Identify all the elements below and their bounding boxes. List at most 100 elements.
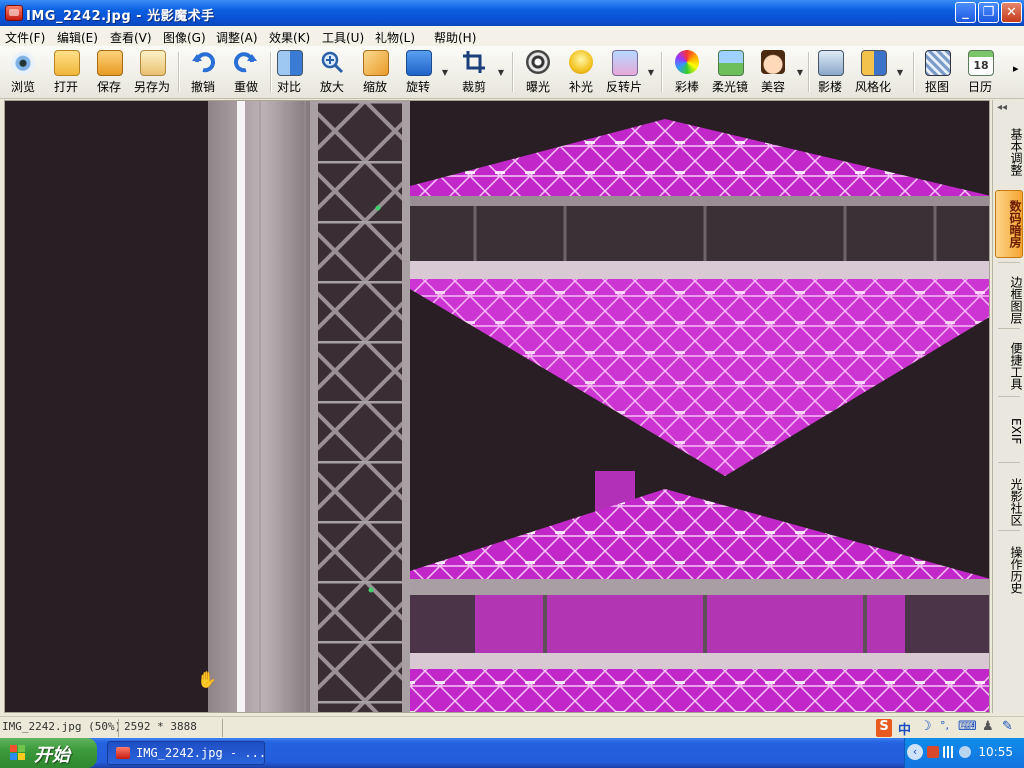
cutout-button[interactable]: 抠图 bbox=[917, 48, 957, 96]
save-as-button[interactable]: 另存为 bbox=[132, 48, 172, 96]
film-icon bbox=[612, 50, 638, 76]
windows-flag-icon bbox=[10, 745, 26, 761]
ime-keyboard-icon[interactable]: ⌨ bbox=[958, 719, 977, 737]
app-icon[interactable] bbox=[5, 5, 23, 21]
color-wand-icon bbox=[675, 50, 699, 74]
close-button[interactable]: ✕ bbox=[1001, 2, 1022, 23]
dropdown-arrow-icon[interactable]: ▼ bbox=[442, 68, 448, 77]
crop-icon bbox=[462, 50, 486, 74]
hand-cursor-icon: ✋ bbox=[197, 670, 217, 689]
ime-user-icon[interactable]: ♟ bbox=[982, 719, 994, 737]
tab-exif[interactable]: EXIF bbox=[995, 402, 1023, 460]
taskbar-item[interactable]: IMG_2242.jpg - ... bbox=[107, 741, 267, 765]
exposure-button[interactable]: 曝光 bbox=[518, 48, 558, 96]
ime-tool-icon[interactable]: ✎ bbox=[1002, 719, 1013, 737]
browse-button[interactable]: 浏览 bbox=[3, 48, 43, 96]
face-icon bbox=[761, 50, 785, 74]
tab-divider bbox=[998, 396, 1020, 397]
landscape-icon bbox=[718, 50, 744, 76]
redo-button[interactable]: 重做 bbox=[226, 48, 266, 96]
start-label: 开始 bbox=[34, 745, 70, 766]
volume-icon[interactable] bbox=[959, 746, 971, 758]
tab-community[interactable]: 光影社区 bbox=[995, 468, 1023, 536]
dropdown-arrow-icon[interactable]: ▼ bbox=[498, 68, 504, 77]
toolbar-overflow-icon[interactable]: ▸ bbox=[1013, 62, 1019, 75]
undo-button[interactable]: 撤销 bbox=[183, 48, 223, 96]
signal-strength-icon[interactable] bbox=[943, 746, 955, 758]
taskbar: 开始 IMG_2242.jpg - ... ‹ 10:55 bbox=[0, 738, 1024, 768]
photo-tower-at-night bbox=[5, 101, 989, 712]
save-button[interactable]: 保存 bbox=[89, 48, 129, 96]
menu-gifts[interactable]: 礼物(L) bbox=[375, 29, 415, 46]
calendar-icon: 18 bbox=[968, 50, 994, 76]
menu-file[interactable]: 文件(F) bbox=[5, 29, 45, 46]
soft-lens-button[interactable]: 柔光镜 bbox=[710, 48, 750, 96]
tab-divider bbox=[998, 328, 1020, 329]
beauty-button[interactable]: 美容 ▼ bbox=[753, 48, 803, 96]
color-pen-button[interactable]: 彩棒 bbox=[667, 48, 707, 96]
menu-bar: 文件(F) 编辑(E) 查看(V) 图像(G) 调整(A) 效果(K) 工具(U… bbox=[0, 26, 1024, 47]
tab-quick-tools[interactable]: 便捷工具 bbox=[995, 332, 1023, 400]
tray-app-icon[interactable] bbox=[927, 746, 939, 758]
menu-image[interactable]: 图像(G) bbox=[163, 29, 206, 46]
side-panel: ◂◂ 基本调整 数码暗房 边框图层 便捷工具 EXIF 光影社区 操作历史 bbox=[992, 100, 1024, 713]
stylize-icon bbox=[861, 50, 887, 76]
aperture-icon bbox=[526, 50, 550, 74]
clock[interactable]: 10:55 bbox=[978, 745, 1013, 759]
compare-button[interactable]: 对比 bbox=[269, 48, 309, 96]
menu-tools[interactable]: 工具(U) bbox=[322, 29, 364, 46]
tab-basic-adjust[interactable]: 基本调整 bbox=[995, 118, 1023, 186]
image-canvas[interactable]: ✋ bbox=[4, 100, 990, 713]
dropdown-arrow-icon[interactable]: ▼ bbox=[797, 68, 803, 77]
bulb-icon bbox=[569, 50, 593, 74]
eye-icon bbox=[11, 50, 35, 74]
ime-language-icon[interactable]: 中 bbox=[898, 719, 911, 738]
folder-icon bbox=[54, 50, 80, 76]
taskbar-item-label: IMG_2242.jpg - ... bbox=[136, 746, 267, 760]
crop-button[interactable]: 裁剪 ▼ bbox=[454, 48, 504, 96]
system-tray: ‹ 10:55 bbox=[904, 738, 1024, 768]
tab-divider bbox=[998, 530, 1020, 531]
floppy-icon bbox=[140, 50, 166, 76]
studio-button[interactable]: 影楼 bbox=[810, 48, 850, 96]
status-divider bbox=[222, 719, 223, 737]
status-dimensions: 2592 * 3888 bbox=[124, 720, 197, 733]
ime-moon-icon[interactable]: ☽ bbox=[920, 719, 932, 737]
app-icon bbox=[116, 747, 130, 759]
stylize-button[interactable]: 风格化 ▼ bbox=[853, 48, 903, 96]
fill-light-button[interactable]: 补光 bbox=[561, 48, 601, 96]
menu-help[interactable]: 帮助(H) bbox=[434, 29, 476, 46]
dropdown-arrow-icon[interactable]: ▼ bbox=[897, 68, 903, 77]
minimize-button[interactable]: _ bbox=[955, 2, 976, 23]
ime-punctuation-icon[interactable]: °, bbox=[940, 719, 949, 737]
calendar-button[interactable]: 18 日历 bbox=[960, 48, 1000, 96]
magnifier-icon bbox=[320, 50, 344, 74]
tab-border-layer[interactable]: 边框图层 bbox=[995, 266, 1023, 334]
cutout-icon bbox=[925, 50, 951, 76]
tab-history[interactable]: 操作历史 bbox=[995, 536, 1023, 604]
collapse-panel-icon[interactable]: ◂◂ bbox=[997, 102, 1007, 113]
undo-arrow-icon bbox=[191, 50, 215, 74]
tab-digital-darkroom[interactable]: 数码暗房 bbox=[995, 190, 1023, 258]
floppy-icon bbox=[97, 50, 123, 76]
rotate-button[interactable]: 旋转 ▼ bbox=[398, 48, 448, 96]
menu-effects[interactable]: 效果(K) bbox=[269, 29, 310, 46]
zoom-in-button[interactable]: 放大 bbox=[312, 48, 352, 96]
status-divider bbox=[118, 719, 119, 737]
sogou-ime-icon[interactable]: S bbox=[876, 719, 892, 737]
menu-adjust[interactable]: 调整(A) bbox=[216, 29, 258, 46]
resize-button[interactable]: 缩放 bbox=[355, 48, 395, 96]
menu-edit[interactable]: 编辑(E) bbox=[57, 29, 98, 46]
toolbar: 浏览 打开 保存 另存为 撤销 重做 对比 放大 缩放 旋转 ▼ 裁剪 ▼ 曝光… bbox=[0, 46, 1024, 99]
tab-divider bbox=[998, 262, 1020, 263]
tray-expand-icon[interactable]: ‹ bbox=[907, 744, 923, 760]
restore-button[interactable]: ❐ bbox=[978, 2, 999, 23]
reversal-film-button[interactable]: 反转片 ▼ bbox=[604, 48, 654, 96]
title-bar[interactable]: IMG_2242.jpg - 光影魔术手 _ ❐ ✕ bbox=[0, 0, 1024, 26]
menu-view[interactable]: 查看(V) bbox=[110, 29, 152, 46]
rotate-icon bbox=[406, 50, 432, 76]
dropdown-arrow-icon[interactable]: ▼ bbox=[648, 68, 654, 77]
start-button[interactable]: 开始 bbox=[0, 738, 97, 768]
open-button[interactable]: 打开 bbox=[46, 48, 86, 96]
status-bar: IMG_2242.jpg (50%) 2592 * 3888 S 中 ☽ °, … bbox=[0, 716, 1024, 739]
